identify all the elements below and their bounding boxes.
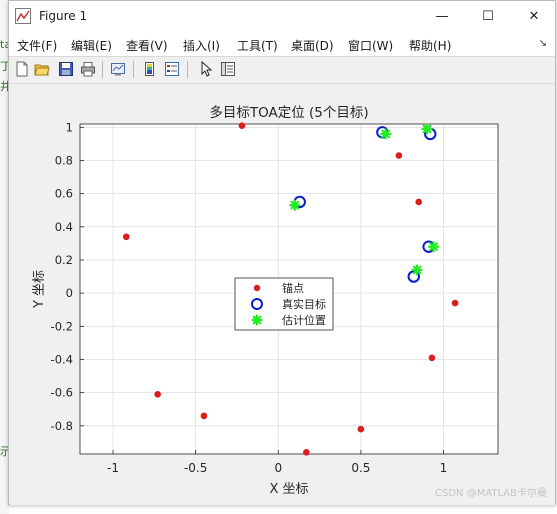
anchor-point xyxy=(238,122,246,129)
menu-edit[interactable]: 编辑(E) xyxy=(71,37,112,54)
watermark: CSDN @MATLAB卡尔曼 xyxy=(435,488,547,499)
menu-insert[interactable]: 插入(I) xyxy=(183,37,220,54)
x-tick-label: 0 xyxy=(274,461,282,475)
y-tick-label: -0.6 xyxy=(51,386,73,400)
minimize-button[interactable]: — xyxy=(419,1,465,32)
menu-file[interactable]: 文件(F) xyxy=(17,37,57,54)
anchor-point xyxy=(415,198,422,206)
save-icon[interactable] xyxy=(57,60,75,78)
close-button[interactable]: ✕ xyxy=(511,1,557,32)
matlab-figure-icon xyxy=(15,8,31,24)
y-tick-label: 0.2 xyxy=(55,253,73,267)
figure-canvas: -1 -0.5 0 0.5 1 -0.8 -0.6 -0.4 -0.2 0 0.2 0.4 0.6 0.8… xyxy=(10,84,555,505)
menu-desktop[interactable]: 桌面(D) xyxy=(291,37,334,54)
toolbar-separator xyxy=(133,61,134,78)
open-file-icon[interactable] xyxy=(33,60,51,78)
estimated-position-point xyxy=(427,241,440,253)
menu-bar: 文件(F) 编辑(E) 查看(V) 插入(I) 工具(T) 桌面(D) 窗口(W… xyxy=(9,32,555,57)
new-figure-icon[interactable] xyxy=(13,60,31,78)
toolbar-separator xyxy=(187,61,188,78)
y-axis-label: Y 坐标 xyxy=(32,270,47,309)
figure-toolbar xyxy=(9,57,555,84)
anchor-point xyxy=(303,449,310,456)
legend-star-icon xyxy=(251,314,263,326)
legend-marker-anchor xyxy=(253,284,261,292)
anchor-point xyxy=(451,299,459,307)
anchor-point xyxy=(428,354,436,362)
menu-help[interactable]: 帮助(H) xyxy=(409,37,451,54)
y-tick-label: -0.2 xyxy=(51,319,73,333)
anchor-point xyxy=(357,425,365,433)
x-axis-label: X 坐标 xyxy=(269,482,308,497)
link-plot-icon[interactable] xyxy=(109,60,127,78)
y-tick-label: 0.6 xyxy=(55,187,73,201)
estimated-position-point xyxy=(380,128,392,140)
window-title: Figure 1 xyxy=(39,9,88,23)
menu-tools[interactable]: 工具(T) xyxy=(237,37,278,54)
print-icon[interactable] xyxy=(79,60,97,78)
anchor-point xyxy=(154,391,161,398)
estimated-position-point xyxy=(421,123,433,135)
menu-window[interactable]: 窗口(W) xyxy=(348,37,393,54)
x-tick-label: 0.5 xyxy=(351,461,370,475)
chart-title: 多目标TOA定位 (5个目标) xyxy=(209,104,368,121)
legend[interactable]: 锚点 真实目标 估计位置 xyxy=(234,277,334,331)
y-tick-label: 0.8 xyxy=(55,153,73,167)
anchor-point xyxy=(122,233,130,241)
property-inspector-icon[interactable] xyxy=(219,60,237,78)
x-tick-label: -0.5 xyxy=(184,461,207,475)
scatter-chart[interactable]: -1 -0.5 0 0.5 1 -0.8 -0.6 -0.4 -0.2 0 0.2 0.4 0.6 0.8… xyxy=(10,84,555,505)
y-tick-label: 0.4 xyxy=(55,220,73,234)
anchor-point xyxy=(200,412,208,420)
y-tick-label: 1 xyxy=(66,120,73,134)
edit-plot-icon[interactable] xyxy=(197,60,215,78)
figure-window: Figure 1 — ☐ ✕ 文件(F) 编辑(E) 查看(V) 插入(I) 工… xyxy=(8,0,556,505)
legend-label-true-target: 真实目标 xyxy=(282,297,326,311)
y-tick-label: -0.8 xyxy=(51,419,73,433)
anchor-point xyxy=(395,152,403,159)
y-tick-label: 0 xyxy=(66,286,73,300)
title-bar[interactable]: Figure 1 — ☐ ✕ xyxy=(9,1,555,32)
toolbar-dock-arrow-icon[interactable]: ↘ xyxy=(539,38,547,49)
insert-legend-icon[interactable] xyxy=(163,60,181,78)
y-tick-label: -0.4 xyxy=(51,352,73,366)
x-tick-label: 1 xyxy=(440,461,448,475)
estimated-position-point xyxy=(289,199,301,211)
legend-label-estimate: 估计位置 xyxy=(282,313,326,327)
insert-colorbar-icon[interactable] xyxy=(141,60,159,78)
legend-marker-estimate xyxy=(251,314,263,326)
x-tick-label: -1 xyxy=(107,461,119,475)
estimated-position-point xyxy=(411,264,423,276)
menu-view[interactable]: 查看(V) xyxy=(126,37,168,54)
maximize-button[interactable]: ☐ xyxy=(465,1,511,32)
toolbar-separator xyxy=(102,61,103,78)
legend-label-anchor: 锚点 xyxy=(282,281,304,295)
